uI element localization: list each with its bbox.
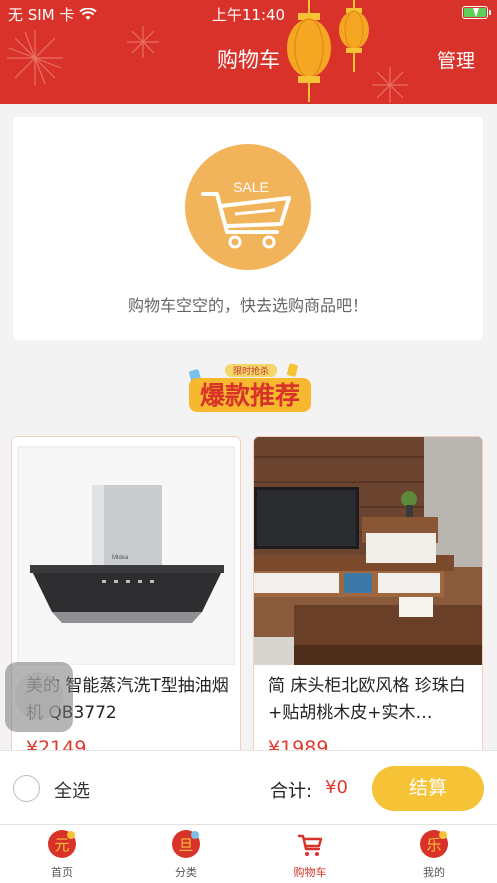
product-card[interactable]: 简 床头柜北欧风格 珍珠白+贴胡桃木皮+实木… ¥1989 <box>253 436 483 766</box>
tab-label: 首页 <box>51 866 73 879</box>
select-all-label[interactable]: 全选 <box>54 777 90 803</box>
svg-text:旦: 旦 <box>178 836 193 854</box>
svg-text:SALE: SALE <box>233 179 269 195</box>
tab-category[interactable]: 旦 分类 <box>124 829 248 880</box>
select-all-radio[interactable] <box>13 775 40 802</box>
product-image <box>254 437 482 665</box>
tab-label: 我的 <box>423 866 445 879</box>
home-icon: 元 <box>48 830 76 858</box>
status-bar: 无 SIM 卡 上午11:40 <box>0 0 497 26</box>
assistive-touch-button[interactable] <box>5 662 73 732</box>
svg-text:乐: 乐 <box>426 836 441 854</box>
profile-icon: 乐 <box>420 830 448 858</box>
empty-cart-message: 购物车空空的，快去选购商品吧！ <box>127 296 368 315</box>
tab-home[interactable]: 元 首页 <box>0 829 124 880</box>
tab-profile[interactable]: 乐 我的 <box>372 829 496 880</box>
product-title: 简 床头柜北欧风格 珍珠白+贴胡桃木皮+实木… <box>268 676 466 723</box>
total-value: ¥0 <box>325 777 348 798</box>
empty-cart-icon: SALE <box>185 144 311 270</box>
assistive-touch-icon <box>15 672 63 720</box>
tab-bar: 元 首页 旦 分类 购物车 乐 我的 <box>0 824 497 883</box>
empty-cart-card: SALE 购物车空空的，快去选购商品吧！ <box>13 117 483 340</box>
product-image: Midea <box>12 437 240 665</box>
manage-button[interactable]: 管理 <box>437 46 475 73</box>
svg-text:爆款推荐: 爆款推荐 <box>200 381 300 410</box>
header: 无 SIM 卡 上午11:40 购物车 管理 <box>0 0 497 104</box>
svg-text:元: 元 <box>54 836 69 854</box>
svg-text:Midea: Midea <box>112 555 129 561</box>
hot-deals-banner: 限时抢杀 爆款推荐 <box>189 363 311 412</box>
checkout-bar: 全选 合计: ¥0 结算 <box>0 750 497 824</box>
category-icon: 旦 <box>172 830 200 858</box>
clock: 上午11:40 <box>211 6 286 24</box>
cart-icon <box>297 834 323 856</box>
battery-icon <box>462 6 491 19</box>
settle-button[interactable]: 结算 <box>372 766 484 811</box>
page-title: 购物车 <box>217 48 280 72</box>
tab-cart[interactable]: 购物车 <box>248 829 372 880</box>
total-label: 合计: <box>270 781 313 802</box>
tab-label: 分类 <box>175 866 197 879</box>
svg-text:限时抢杀: 限时抢杀 <box>233 365 269 376</box>
tab-label: 购物车 <box>293 866 327 879</box>
